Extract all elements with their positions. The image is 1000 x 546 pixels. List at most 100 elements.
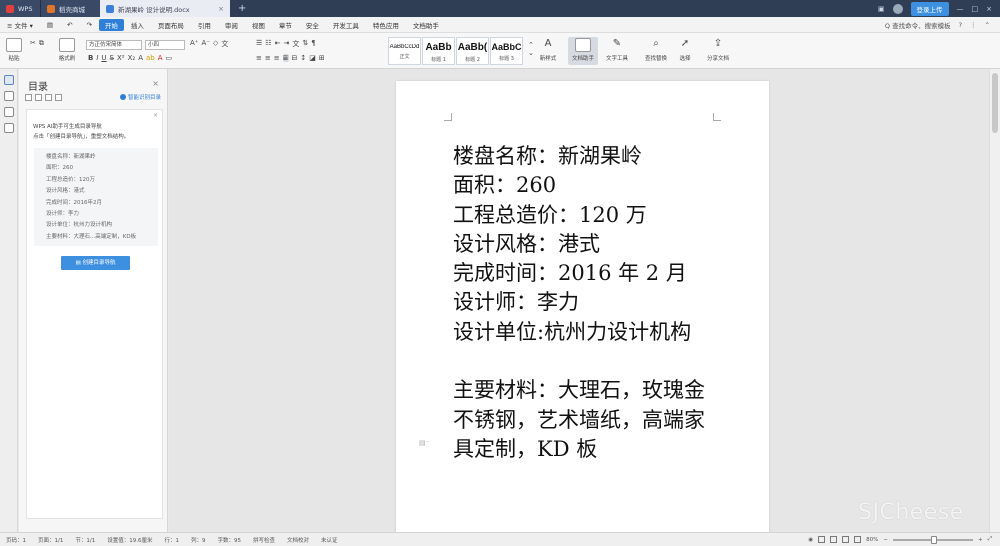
page-view-icon[interactable] bbox=[818, 536, 826, 543]
style-heading-1[interactable]: AaBb 标题 1 bbox=[422, 37, 455, 65]
text-tools-button[interactable]: ✎ 文字工具 bbox=[602, 38, 632, 62]
menu-tab-special[interactable]: 特色应用 bbox=[366, 20, 406, 30]
doc-assistant-button[interactable]: 文档助手 bbox=[568, 37, 598, 65]
increase-indent-icon[interactable]: ⇥ bbox=[283, 39, 289, 49]
menu-tab-chapter[interactable]: 章节 bbox=[272, 20, 299, 30]
fullscreen-icon[interactable]: ⤢ bbox=[988, 536, 992, 543]
close-nav-icon[interactable]: × bbox=[152, 79, 159, 88]
text-effect-icon[interactable]: A bbox=[138, 54, 143, 62]
zoom-slider-handle[interactable] bbox=[930, 535, 937, 544]
chinese-layout-icon[interactable]: 文 bbox=[292, 39, 299, 49]
menu-tab-security[interactable]: 安全 bbox=[299, 20, 326, 30]
clear-format-icon[interactable]: ◇ bbox=[213, 39, 218, 49]
menu-tab-home[interactable]: 开始 bbox=[98, 18, 124, 31]
find-replace-button[interactable]: ⌕ 查找替换 bbox=[642, 38, 670, 62]
menu-tab-review[interactable]: 审阅 bbox=[218, 20, 245, 30]
maximize-icon[interactable]: □ bbox=[972, 5, 979, 13]
share-doc-button[interactable]: ⇪ 分享文档 bbox=[704, 38, 732, 62]
menu-tab-view[interactable]: 视图 bbox=[245, 20, 272, 30]
format-painter-button[interactable]: 格式刷 bbox=[56, 38, 78, 62]
paragraph-handle-icon[interactable]: ▤⁻ bbox=[419, 439, 429, 447]
bullets-icon[interactable]: ☰ bbox=[256, 39, 262, 49]
tab-document[interactable]: 新湖果岭 设计说明.docx × bbox=[100, 0, 230, 17]
tab-wps[interactable]: WPS bbox=[0, 0, 40, 17]
shrink-font-icon[interactable]: A⁻ bbox=[201, 39, 209, 49]
vertical-scrollbar[interactable] bbox=[989, 69, 1000, 532]
create-toc-button[interactable]: ▤ 创建目录导航 bbox=[61, 256, 130, 270]
new-tab-button[interactable]: + bbox=[230, 0, 254, 17]
undo-icon[interactable]: ↶ bbox=[60, 21, 79, 29]
login-button[interactable]: 登录上传 bbox=[910, 1, 949, 16]
outline-view-icon[interactable] bbox=[842, 536, 850, 543]
tab-docer[interactable]: 稻壳商城 bbox=[40, 0, 100, 17]
more-icon[interactable]: ⋮ bbox=[970, 21, 977, 29]
certification-status[interactable]: 未认证 bbox=[315, 536, 344, 544]
style-heading-2[interactable]: AaBb( 标题 2 bbox=[456, 37, 489, 65]
styles-scroll[interactable]: ⌃ ⌄ bbox=[528, 41, 534, 57]
sort-icon[interactable]: ⇅ bbox=[302, 39, 308, 49]
reading-view-icon[interactable] bbox=[854, 536, 862, 543]
zoom-level[interactable]: 80% bbox=[866, 537, 878, 543]
highlight-icon[interactable]: ab bbox=[146, 54, 155, 62]
style-heading-3[interactable]: AaBbC 标题 3 bbox=[490, 37, 523, 65]
delete-heading-icon[interactable] bbox=[55, 94, 62, 101]
menu-tab-doc-assistant[interactable]: 文档助手 bbox=[406, 20, 446, 30]
save-icon[interactable]: ▤ bbox=[40, 21, 60, 29]
grow-font-icon[interactable]: A⁺ bbox=[190, 39, 198, 49]
help-icon[interactable]: ? bbox=[959, 21, 962, 29]
close-tab-icon[interactable]: × bbox=[218, 5, 224, 13]
document-canvas[interactable]: 楼盘名称：新湖果岭 面积：260 工程总造价：120 万设计风格：港式 完成时间：20… bbox=[169, 69, 989, 532]
char-border-icon[interactable]: ▭ bbox=[166, 54, 173, 62]
close-window-icon[interactable]: × bbox=[986, 5, 992, 13]
superscript-icon[interactable]: X² bbox=[117, 54, 125, 62]
select-button[interactable]: ➚ 选择 bbox=[676, 38, 694, 62]
collapse-ribbon-icon[interactable]: ⌃ bbox=[985, 21, 990, 29]
cut-icon[interactable]: ✂ bbox=[30, 39, 36, 48]
shading-icon[interactable]: ◪ bbox=[309, 54, 316, 62]
command-search[interactable]: Q 查找命令、搜索模板 bbox=[885, 20, 951, 30]
spell-check-button[interactable]: 拼写检查 bbox=[247, 536, 281, 544]
align-right-icon[interactable]: ≡ bbox=[274, 54, 280, 62]
distribute-icon[interactable]: ⊟ bbox=[292, 54, 298, 62]
font-size-select[interactable]: 小四 bbox=[145, 40, 185, 50]
zoom-out-button[interactable]: − bbox=[883, 537, 888, 543]
line-spacing-icon[interactable]: ↕ bbox=[300, 54, 306, 62]
borders-icon[interactable]: ⊞ bbox=[319, 54, 325, 62]
outline-icon[interactable] bbox=[3, 91, 14, 101]
align-left-icon[interactable]: ≡ bbox=[256, 54, 262, 62]
font-color-icon[interactable]: A bbox=[158, 54, 163, 62]
menu-tab-developer[interactable]: 开发工具 bbox=[326, 20, 366, 30]
proofread-button[interactable]: 文档校对 bbox=[281, 536, 315, 544]
align-center-icon[interactable]: ≡ bbox=[265, 54, 271, 62]
copy-icon[interactable]: ⧉ bbox=[39, 39, 44, 48]
status-word-count[interactable]: 字数：95 bbox=[211, 536, 247, 544]
font-name-select[interactable]: 方正仿宋简体 bbox=[86, 40, 142, 50]
decrease-indent-icon[interactable]: ⇤ bbox=[275, 39, 281, 49]
eye-protect-icon[interactable]: ◉ bbox=[808, 537, 813, 543]
bold-icon[interactable]: B bbox=[88, 54, 93, 62]
strikethrough-icon[interactable]: S̶ bbox=[110, 54, 114, 62]
card-close-icon[interactable]: × bbox=[153, 112, 158, 119]
phonetic-icon[interactable]: 文 bbox=[221, 39, 228, 49]
menu-tab-insert[interactable]: 插入 bbox=[124, 20, 151, 30]
collapse-icon[interactable] bbox=[35, 94, 42, 101]
file-menu[interactable]: ≡ 文件 ▾ bbox=[0, 20, 40, 30]
minimize-icon[interactable]: — bbox=[957, 5, 964, 13]
add-heading-icon[interactable] bbox=[45, 94, 52, 101]
smart-toc-button[interactable]: 智能识别目录 bbox=[119, 93, 161, 101]
style-normal[interactable]: AaBbCcDd 正文 bbox=[388, 37, 421, 65]
show-marks-icon[interactable]: ¶ bbox=[311, 39, 315, 49]
nav-pane-icon[interactable] bbox=[3, 75, 14, 85]
paste-button[interactable]: 粘贴 bbox=[6, 38, 22, 62]
zoom-in-button[interactable]: + bbox=[978, 537, 983, 543]
scrollbar-thumb[interactable] bbox=[992, 73, 998, 133]
bookmark-icon[interactable] bbox=[3, 107, 14, 117]
document-body[interactable]: 楼盘名称：新湖果岭 面积：260 工程总造价：120 万设计风格：港式 完成时间：20… bbox=[453, 142, 705, 464]
web-view-icon[interactable] bbox=[830, 536, 838, 543]
new-style-button[interactable]: A 新样式 bbox=[536, 38, 560, 62]
numbering-icon[interactable]: ☷ bbox=[265, 39, 271, 49]
zoom-slider[interactable] bbox=[892, 535, 973, 544]
expand-icon[interactable] bbox=[25, 94, 32, 101]
layout-icon[interactable]: ▣ bbox=[878, 5, 885, 13]
menu-tab-references[interactable]: 引用 bbox=[191, 20, 218, 30]
